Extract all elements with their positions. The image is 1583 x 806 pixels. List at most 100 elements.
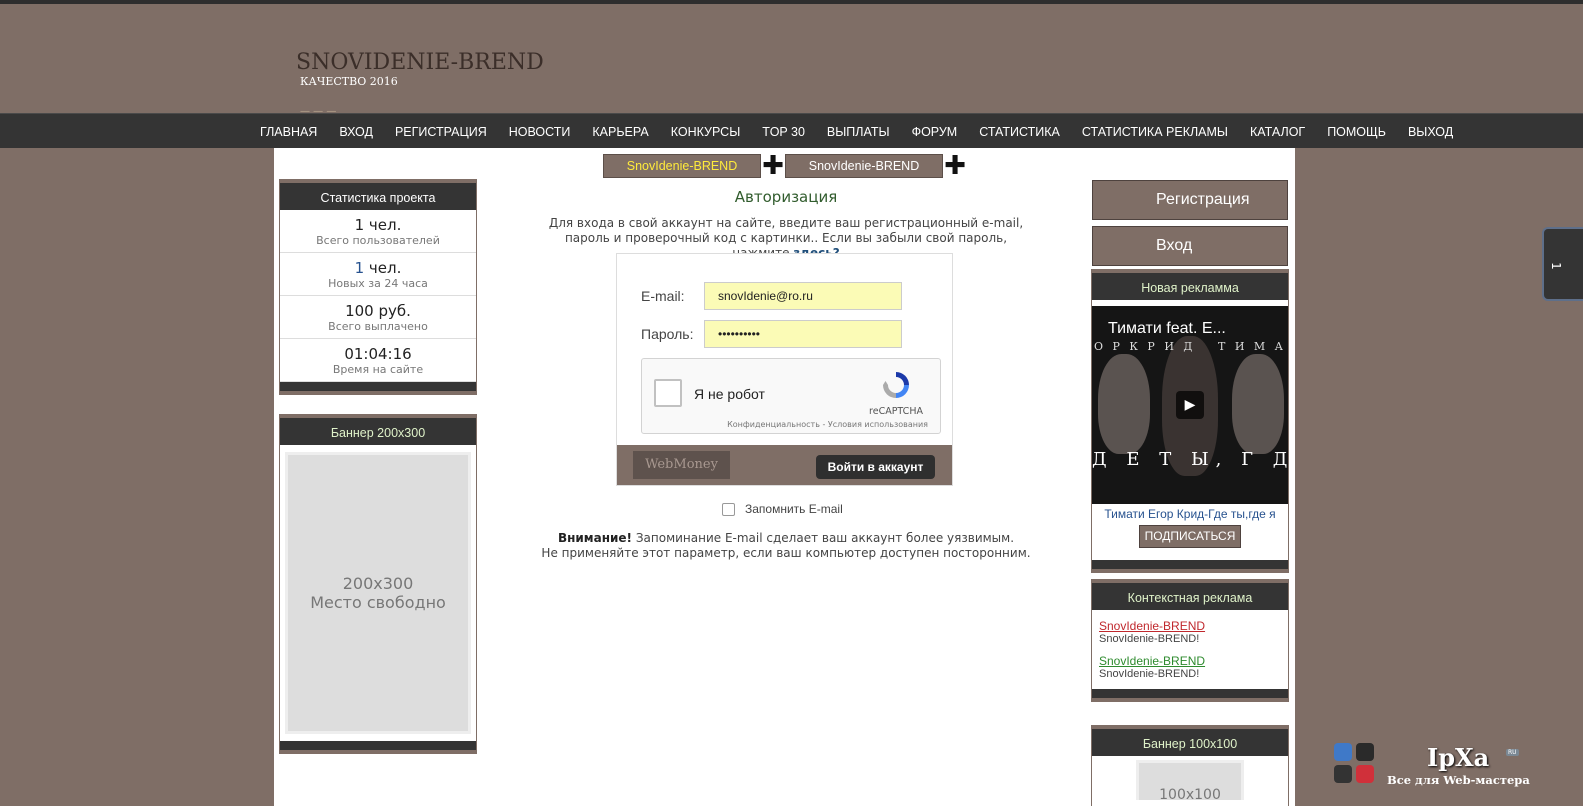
brand-tab-2[interactable]: SnovIdenie-BREND [785, 154, 943, 178]
email-row: E-mail: [641, 282, 902, 310]
register-button[interactable]: Регистрация [1092, 180, 1288, 220]
nav-item-career[interactable]: КАРЬЕРА [581, 125, 659, 139]
nav-item-ad-statistics[interactable]: СТАТИСТИКА РЕКЛАМЫ [1071, 125, 1239, 139]
banner-size: 200x300 [342, 574, 414, 593]
password-row: Пароль: [641, 320, 902, 348]
subscribe-button[interactable]: ПОДПИСАТЬСЯ [1139, 525, 1241, 548]
nav-item-help[interactable]: ПОМОЩЬ [1316, 125, 1397, 139]
stat-value: 01:04:16 [344, 345, 412, 363]
context-ad-list: SnovIdenie-BREND SnovIdenie-BREND! SnovI… [1092, 610, 1288, 680]
recaptcha-widget: Я не робот reCAPTCHA Конфиденциальность … [641, 358, 941, 434]
auth-section: Авторизация Для входа в свой аккаунт на … [536, 188, 1036, 261]
warning-text: Запоминание E-mail сделает ваш аккаунт б… [632, 531, 1015, 545]
ipxa-ru-badge: RU [1506, 749, 1519, 756]
stat-label: Всего выплачено [328, 320, 428, 333]
box-footer [1092, 689, 1288, 701]
ipxa-logo[interactable]: IpXa RU Все для Web-мастера [1330, 743, 1530, 793]
video-top-text: О Р К Р И Д Т И М А [1092, 340, 1288, 353]
video-top-left: О Р К Р И Д [1094, 340, 1196, 353]
box-footer [1092, 560, 1288, 572]
banner-100x100-box: Баннер 100х100 100x100 [1091, 725, 1289, 806]
ipxa-square-icon [1356, 743, 1374, 761]
stat-label: Новых за 24 часа [328, 277, 428, 290]
nav-item-login[interactable]: ВХОД [328, 125, 384, 139]
plus-icon[interactable]: ✚ [761, 153, 785, 179]
ipxa-logo-text: IpXa [1427, 743, 1490, 772]
ipxa-square-icon [1334, 765, 1352, 783]
recaptcha-label: Я не робот [694, 386, 765, 402]
login-button[interactable]: Войти в аккаунт [816, 455, 935, 479]
stats-box: Статистика проекта 1 чел. Всего пользова… [279, 179, 477, 395]
main-nav: ГЛАВНАЯ ВХОД РЕГИСТРАЦИЯ НОВОСТИ КАРЬЕРА… [0, 113, 1583, 148]
brand-tab-1[interactable]: SnovIdenie-BREND [603, 154, 761, 178]
nav-item-logout[interactable]: ВЫХОД [1397, 125, 1464, 139]
ipxa-square-icon [1334, 743, 1352, 761]
context-ad-desc: SnovIdenie-BREND! [1099, 633, 1200, 645]
warning-bold: Внимание! [557, 531, 633, 545]
banner-free-text: Место свободно [310, 593, 446, 612]
stat-unit: чел. [364, 259, 402, 277]
video-title: Тимати feat. Е... [1108, 320, 1226, 337]
video-embed[interactable]: Тимати feat. Е... О Р К Р И Д Т И М А Д … [1092, 306, 1288, 504]
email-label: E-mail: [641, 288, 685, 304]
plus-icon[interactable]: ✚ [943, 153, 967, 179]
password-field[interactable] [704, 320, 902, 348]
recaptcha-icon [883, 372, 909, 398]
nav-item-statistics[interactable]: СТАТИСТИКА [968, 125, 1071, 139]
nav-item-payouts[interactable]: ВЫПЛАТЫ [816, 125, 901, 139]
context-ad-title: Контекстная реклама [1092, 580, 1288, 610]
ipxa-tagline: Все для Web-мастера [1387, 773, 1530, 787]
email-field[interactable] [704, 282, 902, 310]
context-ad-box: Контекстная реклама SnovIdenie-BREND Sno… [1091, 579, 1289, 702]
stat-value: 100 руб. [345, 302, 411, 320]
stat-unit: чел. [364, 216, 402, 234]
auth-title: Авторизация [734, 188, 838, 206]
banner-100x100-title: Баннер 100х100 [1092, 726, 1288, 756]
banner-200x300-title: Баннер 200х300 [280, 415, 476, 445]
side-feedback-tab[interactable]: 1 [1542, 227, 1583, 301]
context-ad-link[interactable]: SnovIdenie-BREND [1099, 619, 1288, 633]
stat-value: 1 [354, 259, 365, 277]
stat-total-users: 1 чел. Всего пользователей [280, 210, 476, 253]
logo-subtitle: КАЧЕСТВО 2016 [300, 75, 398, 88]
login-form: E-mail: Пароль: Я не робот reCAPTCHA Кон… [616, 253, 953, 486]
new-ad-box: Новая рекламма Тимати feat. Е... О Р К Р… [1091, 269, 1289, 573]
banner-100x100-slot[interactable]: 100x100 [1136, 760, 1244, 803]
video-caption[interactable]: Тимати Егор Крид-Где ты,где я [1092, 507, 1288, 521]
play-icon[interactable]: ▶ [1176, 391, 1204, 419]
remember-checkbox[interactable] [722, 502, 735, 516]
stat-value: 1 [354, 216, 365, 234]
password-label: Пароль: [641, 326, 694, 342]
site-logo[interactable]: SNOVIDENIE-BREND КАЧЕСТВО 2016 — — — [296, 50, 544, 117]
stats-box-title: Статистика проекта [280, 180, 476, 210]
nav-item-register[interactable]: РЕГИСТРАЦИЯ [384, 125, 498, 139]
video-figure-right [1232, 354, 1284, 454]
webmoney-badge[interactable]: WebMoney [633, 451, 730, 479]
nav-item-news[interactable]: НОВОСТИ [498, 125, 582, 139]
banner-200x300-slot[interactable]: 200x300 Место свободно [285, 452, 471, 734]
form-action-bar: WebMoney Войти в аккаунт [617, 445, 952, 485]
context-ad-link[interactable]: SnovIdenie-BREND [1099, 654, 1288, 668]
box-footer [280, 741, 476, 753]
nav-item-contests[interactable]: КОНКУРСЫ [660, 125, 752, 139]
box-footer [280, 382, 476, 394]
stat-label: Всего пользователей [316, 234, 440, 247]
video-top-right: Т И М А [1217, 340, 1286, 353]
nav-item-forum[interactable]: ФОРУМ [901, 125, 969, 139]
context-ad-desc: SnovIdenie-BREND! [1099, 668, 1200, 680]
recaptcha-legal[interactable]: Конфиденциальность - Условия использован… [727, 420, 928, 429]
warning-text-2: Не применяйте этот параметр, если ваш ко… [541, 546, 1031, 560]
remember-email[interactable]: Запомнить E-mail [722, 502, 843, 516]
nav-item-top30[interactable]: TOP 30 [751, 125, 816, 139]
stat-total-paid: 100 руб. Всего выплачено [280, 296, 476, 339]
stat-time-on-site: 01:04:16 Время на сайте [280, 339, 476, 382]
side-tab-label: 1 [1548, 262, 1563, 270]
security-warning: Внимание! Запоминание E-mail сделает ваш… [536, 531, 1036, 561]
nav-item-home[interactable]: ГЛАВНАЯ [249, 125, 328, 139]
new-ad-title: Новая рекламма [1092, 270, 1288, 300]
nav-item-catalog[interactable]: КАТАЛОГ [1239, 125, 1316, 139]
recaptcha-checkbox[interactable] [654, 379, 682, 407]
login-nav-button[interactable]: Вход [1092, 226, 1288, 266]
stat-label: Время на сайте [332, 363, 424, 376]
remember-label: Запомнить E-mail [745, 502, 843, 516]
